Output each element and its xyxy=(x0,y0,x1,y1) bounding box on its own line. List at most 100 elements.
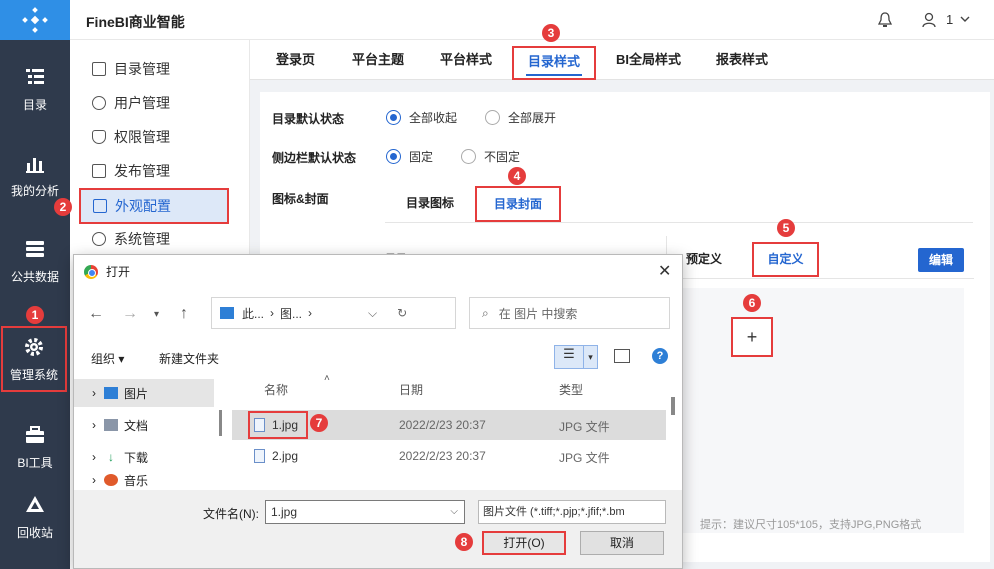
chevron-down-icon[interactable]: ⌵ xyxy=(450,501,458,523)
sidebar-item-appearance[interactable]: 外观配置 xyxy=(79,188,229,224)
radio-not-fixed[interactable]: 不固定 xyxy=(461,148,520,165)
nav-bi-tools[interactable]: BI工具 xyxy=(0,408,70,486)
breadcrumb-pictures[interactable]: 图... xyxy=(280,305,302,322)
app-title: FineBI商业智能 xyxy=(86,14,185,30)
up-arrow-icon[interactable]: ↑ xyxy=(180,305,188,323)
sidebar-item-system[interactable]: 系统管理 xyxy=(80,224,240,254)
column-name[interactable]: 名称 xyxy=(264,381,288,398)
scrollbar[interactable] xyxy=(219,410,222,436)
nav-recycle-bin[interactable]: 回收站 xyxy=(0,478,70,556)
sidebar-item-directory[interactable]: 目录管理 xyxy=(80,54,240,84)
subtab-directory-cover[interactable]: 目录封面 xyxy=(475,186,561,222)
filename-input[interactable]: 1.jpg ⌵ xyxy=(265,500,465,524)
user-name[interactable]: 1 xyxy=(946,12,953,27)
user-icon xyxy=(92,96,106,110)
add-cover-button[interactable]: + xyxy=(731,317,773,357)
view-toggle[interactable]: ☰ ▾ xyxy=(554,345,598,369)
radio-label: 全部展开 xyxy=(508,111,557,125)
tree-label: 音乐 xyxy=(124,473,149,488)
tab-platform-style[interactable]: 平台样式 xyxy=(440,40,492,80)
tab-login-page[interactable]: 登录页 xyxy=(276,40,315,80)
filetype-value: 图片文件 (*.tiff;*.pjp;*.jfif;*.bm xyxy=(483,506,625,518)
edit-button[interactable]: 编辑 xyxy=(918,248,964,272)
open-button[interactable]: 打开(O) xyxy=(482,531,566,555)
shield-icon xyxy=(92,130,106,144)
nav-directory[interactable]: 目录 xyxy=(0,50,70,128)
column-type[interactable]: 类型 xyxy=(559,381,583,398)
new-folder-button[interactable]: 新建文件夹 xyxy=(159,350,219,367)
nav-label: BI工具 xyxy=(17,455,53,470)
chevron-right-icon: › xyxy=(92,418,96,432)
close-icon[interactable]: ✕ xyxy=(658,261,671,281)
divider xyxy=(668,278,974,279)
tab-platform-theme[interactable]: 平台主题 xyxy=(352,40,404,80)
subtab-directory-icon[interactable]: 目录图标 xyxy=(398,187,462,221)
chevron-down-icon[interactable]: ⌵ xyxy=(368,306,377,321)
tree-item-pictures[interactable]: › 图片 xyxy=(74,379,214,407)
tab-report-style[interactable]: 报表样式 xyxy=(716,40,768,80)
file-type: JPG 文件 xyxy=(559,451,610,465)
publish-icon xyxy=(92,164,106,178)
chevron-right-icon: › xyxy=(92,473,96,487)
step-badge: 1 xyxy=(26,306,44,324)
dialog-title: 打开 xyxy=(106,265,131,279)
search-input[interactable]: ⌕ 在 图片 中搜索 xyxy=(469,297,670,329)
nav-management-system[interactable]: 管理系统 xyxy=(1,326,67,392)
sidebar-default-label: 侧边栏默认状态 xyxy=(272,151,357,165)
breadcrumb-this-pc[interactable]: 此... xyxy=(242,305,264,322)
preview-pane-icon[interactable] xyxy=(614,349,630,363)
step-badge: 4 xyxy=(508,167,526,185)
documents-folder-icon xyxy=(104,419,118,431)
recent-chevron-icon[interactable]: ▾ xyxy=(154,309,159,320)
chevron-down-icon[interactable] xyxy=(960,16,970,23)
tab-custom[interactable]: 自定义 xyxy=(752,242,819,277)
address-bar[interactable]: 此... › 图... › ⌵ ↻ xyxy=(211,297,456,329)
tree-item-music[interactable]: › 音乐 xyxy=(74,471,214,489)
step-badge: 3 xyxy=(542,24,560,42)
help-icon[interactable]: ? xyxy=(652,348,668,364)
sidebar-item-permissions[interactable]: 权限管理 xyxy=(80,122,240,152)
file-row[interactable]: 2.jpg 2022/2/23 20:37 JPG 文件 xyxy=(232,441,666,471)
file-row[interactable]: 1.jpg 2022/2/23 20:37 JPG 文件 xyxy=(232,410,666,440)
divider xyxy=(385,222,973,223)
sidebar-item-users[interactable]: 用户管理 xyxy=(80,88,240,118)
nav-label: 公共数据 xyxy=(10,269,59,284)
pictures-folder-icon xyxy=(104,387,118,399)
sidebar-item-label: 系统管理 xyxy=(114,231,170,247)
recycle-icon xyxy=(26,495,44,512)
chevron-right-icon: › xyxy=(92,450,96,464)
sidebar-item-label: 用户管理 xyxy=(114,95,170,111)
column-date[interactable]: 日期 xyxy=(399,381,423,398)
chevron-right-icon: › xyxy=(92,386,96,400)
forward-arrow-icon[interactable]: → xyxy=(122,305,138,323)
file-date: 2022/2/23 20:37 xyxy=(399,418,486,432)
user-icon[interactable] xyxy=(922,12,936,28)
file-open-dialog: 打开 ✕ ← → ▾ ↑ 此... › 图... › ⌵ ↻ ⌕ 在 图片 中搜索… xyxy=(73,254,683,569)
tab-predefined[interactable]: 预定义 xyxy=(686,250,722,267)
pictures-folder-icon xyxy=(220,307,234,319)
filetype-select[interactable]: 图片文件 (*.tiff;*.pjp;*.jfif;*.bm xyxy=(478,500,666,524)
tree-item-documents[interactable]: › 文档 xyxy=(74,411,214,439)
tree-item-downloads[interactable]: › ↓ 下载 xyxy=(74,443,214,471)
refresh-icon[interactable]: ↻ xyxy=(397,306,407,320)
tab-bi-global-style[interactable]: BI全局样式 xyxy=(616,40,681,80)
chevron-right-icon: › xyxy=(308,306,313,320)
nav-public-data[interactable]: 公共数据 xyxy=(0,222,70,300)
tab-directory-style[interactable]: 目录样式 xyxy=(512,46,597,80)
radio-expand-all[interactable]: 全部展开 xyxy=(485,109,556,126)
sidebar-item-label: 目录管理 xyxy=(114,61,170,77)
chrome-icon xyxy=(84,264,98,279)
music-folder-icon xyxy=(104,474,118,486)
file-name: 2.jpg xyxy=(272,449,299,463)
database-icon xyxy=(26,240,44,257)
back-arrow-icon[interactable]: ← xyxy=(88,305,104,323)
sidebar-item-publish[interactable]: 发布管理 xyxy=(80,156,240,186)
radio-collapse-all[interactable]: 全部收起 xyxy=(386,109,457,126)
finebi-logo-icon[interactable] xyxy=(0,0,70,40)
radio-fixed[interactable]: 固定 xyxy=(386,148,433,165)
organize-menu[interactable]: 组织 ▾ xyxy=(91,350,124,367)
cancel-button[interactable]: 取消 xyxy=(580,531,664,555)
bell-icon[interactable] xyxy=(878,12,892,28)
scrollbar[interactable] xyxy=(671,397,675,415)
nav-label: 回收站 xyxy=(16,525,53,540)
